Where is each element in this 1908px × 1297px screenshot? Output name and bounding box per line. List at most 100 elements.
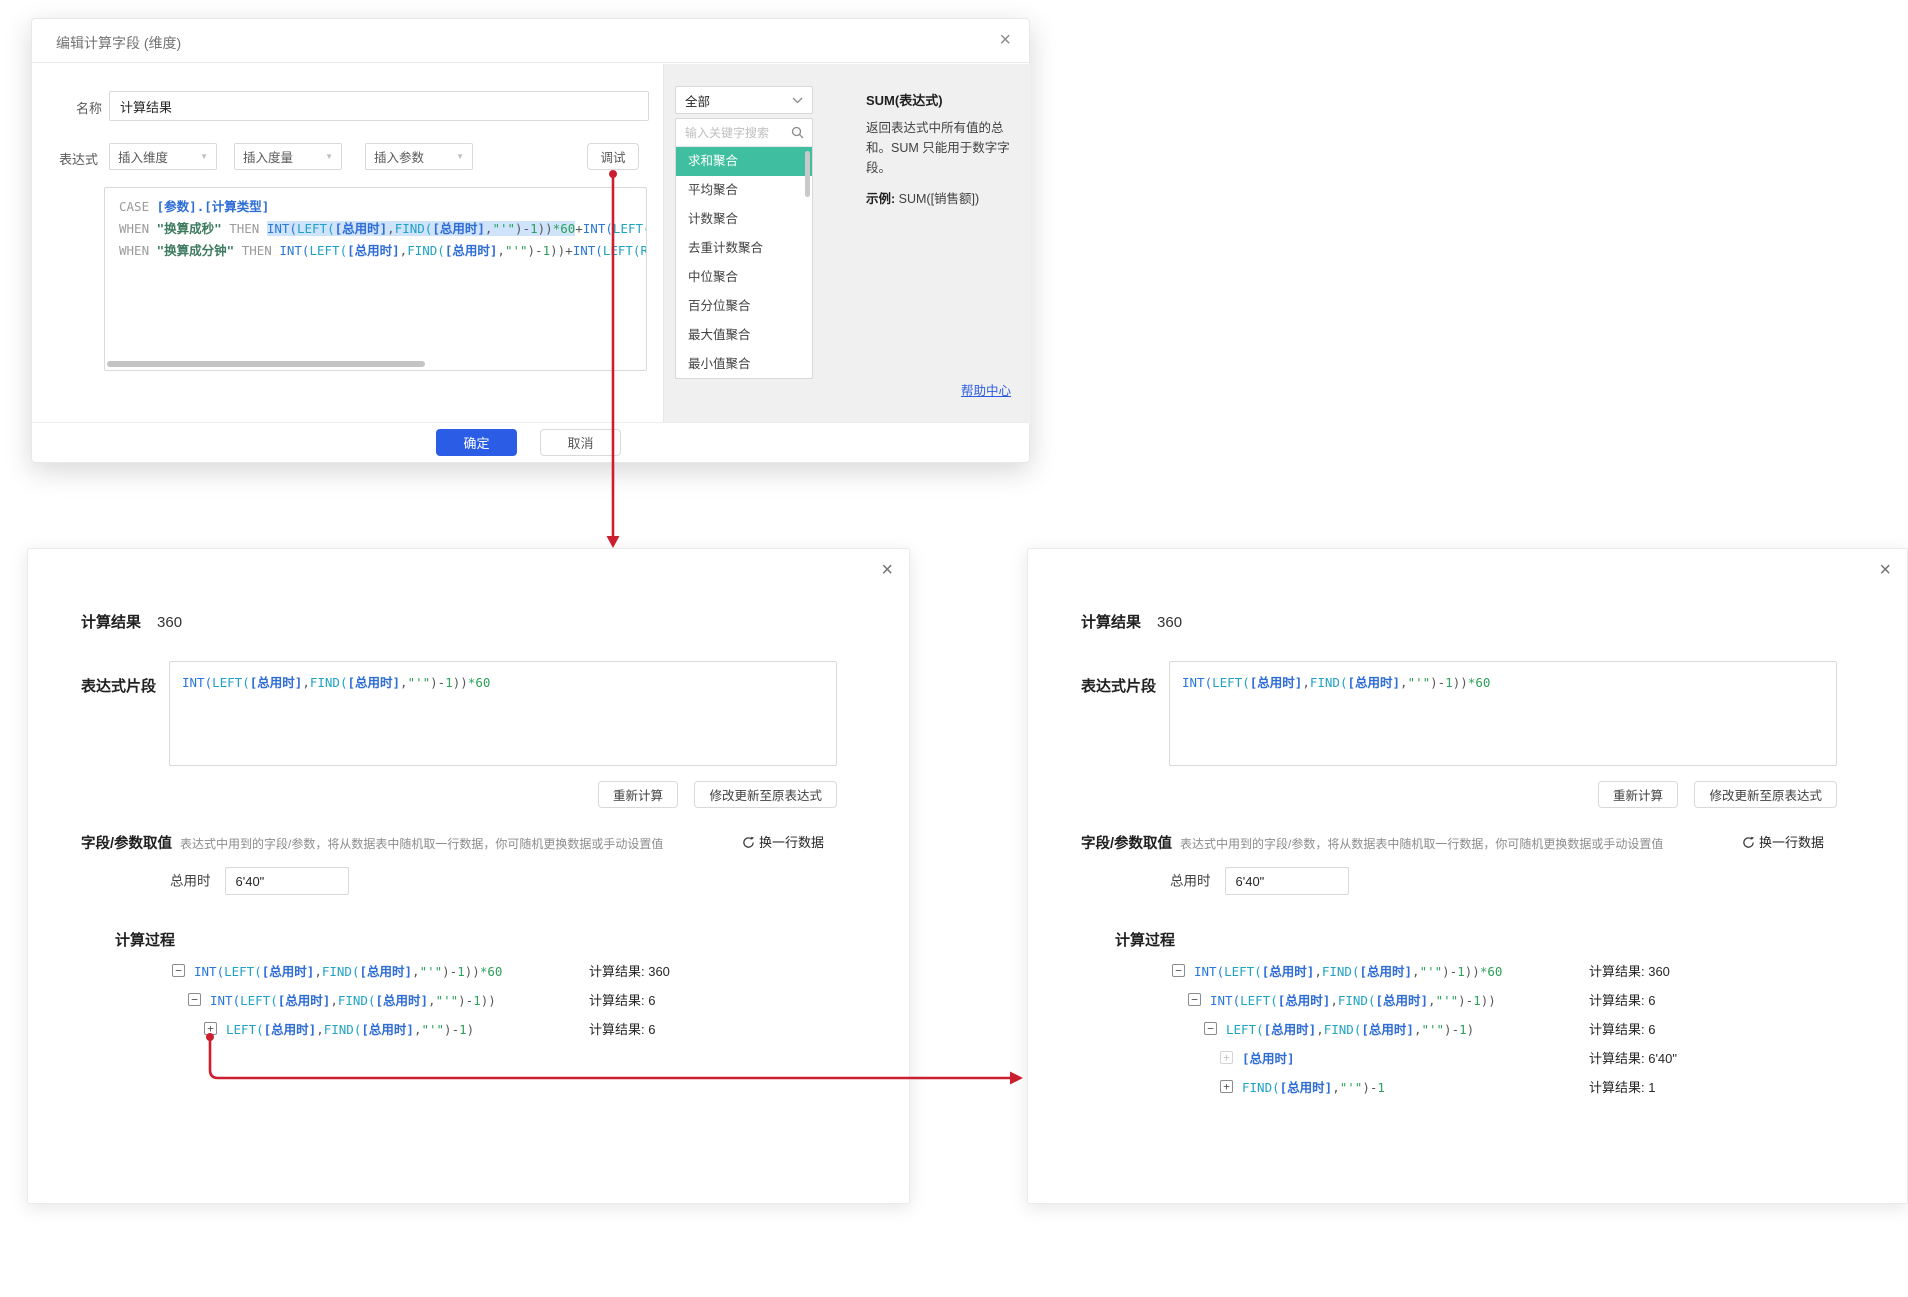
result-row: 计算结果360 [81,611,182,632]
code-token: )) [453,675,468,690]
expression-snippet-box[interactable]: INT(LEFT([总用时],FIND([总用时],"'")-1))*60 [1169,661,1837,766]
code-token: INT( [1194,964,1224,979]
function-list-item[interactable]: 去重计数聚合 [676,234,812,263]
tree-result: 计算结果: 360 [1589,961,1670,980]
fields-label: 字段/参数取值 [1081,836,1172,852]
function-list-item[interactable]: 求和聚合 [676,147,812,176]
close-icon[interactable]: × [881,559,893,582]
category-filter-select[interactable]: 全部 [675,86,813,114]
code-token: 1 [1457,964,1465,979]
code-token: INT( [279,243,309,258]
collapse-toggle-icon[interactable]: − [188,993,201,1006]
dialog-footer: 确定 取消 [32,422,1029,462]
code-token: 1 [1377,1080,1385,1095]
code-token: , [412,964,420,979]
function-doc-desc: 返回表达式中所有值的总和。SUM 只能用于数字字段。 [866,118,1026,178]
code-token: )- [430,675,445,690]
code-token: "'" [1436,993,1459,1008]
recalculate-button[interactable]: 重新计算 [598,781,678,808]
code-token: WHEN [119,221,157,236]
debug-button[interactable]: 调试 [587,143,639,170]
code-token: INT( [182,675,212,690]
fields-description: 表达式中用到的字段/参数，将从数据表中随机取一行数据，你可随机更换数据或手动设置… [1180,837,1663,851]
function-list-item[interactable]: 百分位聚合 [676,292,812,321]
function-list-item[interactable]: 最小值聚合 [676,350,812,379]
code-token: [总用时] [361,1022,414,1037]
code-token: , [400,675,408,690]
process-label: 计算过程 [1115,929,1175,950]
close-icon[interactable]: × [1879,559,1891,582]
name-input[interactable] [109,91,649,121]
function-list-item[interactable]: 最大值聚合 [676,321,812,350]
function-doc-example: 示例: SUM([销售额]) [866,188,1026,207]
code-token: FIND( [322,964,360,979]
code-token: )) [550,243,565,258]
code-token: "'" [420,964,443,979]
collapse-toggle-icon[interactable]: − [1188,993,1201,1006]
code-token: , [1428,993,1436,1008]
tree-expression: [总用时] [1242,1048,1295,1067]
expand-toggle-icon[interactable]: + [1220,1080,1233,1093]
expression-editor[interactable]: CASE [参数].[计算类型]WHEN "换算成秒" THEN INT(LEF… [104,187,647,371]
code-token: [总用时] [359,964,412,979]
code-token: )- [1444,1022,1459,1037]
code-token: )- [1362,1080,1377,1095]
code-token: 1 [457,964,465,979]
function-list-item[interactable]: 中位聚合 [676,263,812,292]
calc-tree-row: + [总用时] 计算结果: 6'40" [1028,1046,1907,1068]
field-value-row: 总用时 [1170,867,1349,895]
change-row-label: 换一行数据 [1759,835,1824,850]
update-original-expression-button[interactable]: 修改更新至原表达式 [694,781,837,808]
name-label: 名称 [76,98,102,117]
update-original-expression-button[interactable]: 修改更新至原表达式 [1694,781,1837,808]
field-value-input[interactable] [1225,867,1349,895]
field-value-input[interactable] [225,867,349,895]
debug-panel-expanded: × 计算结果360 表达式片段 INT(LEFT([总用时],FIND([总用时… [1027,548,1908,1204]
code-token: FIND( [1338,993,1376,1008]
change-row-button[interactable]: 换一行数据 [1742,832,1824,851]
tree-expression: INT(LEFT([总用时],FIND([总用时],"'")-1))*60 [194,961,502,980]
code-token: [总用时] [1278,993,1331,1008]
insert-parameter-dropdown[interactable]: 插入参数 ▼ [365,143,473,170]
code-token: )- [528,243,543,258]
snippet-expression: INT(LEFT([总用时],FIND([总用时],"'")-1))*60 [1182,675,1490,690]
horizontal-scrollbar[interactable] [107,361,425,367]
insert-dimension-dropdown[interactable]: 插入维度 ▼ [109,143,217,170]
code-token: [总用时] [1262,964,1315,979]
cancel-button[interactable]: 取消 [540,429,621,456]
ok-button[interactable]: 确定 [436,429,517,456]
code-token: , [316,1022,324,1037]
code-token: [总用时] [1361,1022,1414,1037]
vertical-scrollbar[interactable] [805,151,810,197]
recalculate-button[interactable]: 重新计算 [1598,781,1678,808]
panel-buttons: 重新计算 修改更新至原表达式 [28,781,837,808]
expression-snippet-box[interactable]: INT(LEFT([总用时],FIND([总用时],"'")-1))*60 [169,661,837,766]
code-token: , [330,993,338,1008]
expand-toggle-icon[interactable]: + [1220,1051,1233,1064]
collapse-toggle-icon[interactable]: − [172,964,185,977]
code-token: [总用时] [335,221,388,236]
refresh-icon [1742,836,1755,849]
code-token: WHEN [119,243,157,258]
tree-expression: INT(LEFT([总用时],FIND([总用时],"'")-1)) [210,990,496,1009]
help-center-link[interactable]: 帮助中心 [961,380,1011,399]
tree-expression: INT(LEFT([总用时],FIND([总用时],"'")-1)) [1210,990,1496,1009]
expand-toggle-icon[interactable]: + [204,1022,217,1035]
code-token: INT( [1210,993,1240,1008]
code-token: [总用时] [1280,1080,1333,1095]
function-list-item[interactable]: 计数聚合 [676,205,812,234]
insert-measure-dropdown[interactable]: 插入度量 ▼ [234,143,342,170]
change-row-button[interactable]: 换一行数据 [742,832,824,851]
collapse-toggle-icon[interactable]: − [1172,964,1185,977]
collapse-toggle-icon[interactable]: − [1204,1022,1217,1035]
code-line: CASE [参数].[计算类型] [105,188,646,218]
code-token: )- [458,993,473,1008]
code-token: FIND( [407,243,445,258]
function-listbox: 求和聚合平均聚合计数聚合去重计数聚合中位聚合百分位聚合最大值聚合最小值聚合 [675,118,813,379]
code-token: )) [1465,964,1480,979]
close-icon[interactable]: × [999,28,1011,52]
fields-section-header: 字段/参数取值表达式中用到的字段/参数，将从数据表中随机取一行数据，你可随机更换… [1081,832,1663,853]
code-token: LEFT( [1240,993,1278,1008]
function-list-item[interactable]: 平均聚合 [676,176,812,205]
code-token: "'" [1420,964,1443,979]
